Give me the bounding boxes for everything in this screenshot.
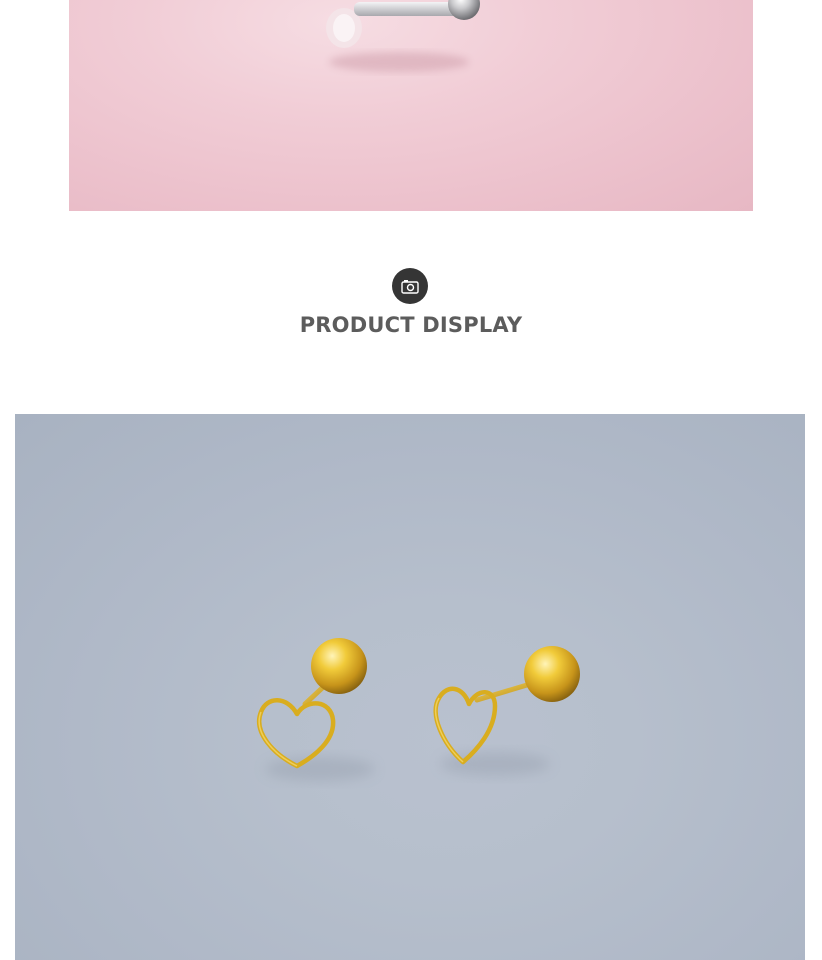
right-earring — [433, 646, 580, 765]
gold-heart-earrings-illustration — [257, 638, 580, 781]
section-title: PRODUCT DISPLAY — [299, 313, 523, 337]
left-earring — [257, 638, 367, 769]
earring-back-illustration — [326, 0, 480, 72]
product-photo-main — [15, 414, 805, 960]
product-photo-top — [69, 0, 753, 211]
camera-icon — [392, 268, 428, 304]
section-heading: PRODUCT DISPLAY — [0, 262, 822, 352]
